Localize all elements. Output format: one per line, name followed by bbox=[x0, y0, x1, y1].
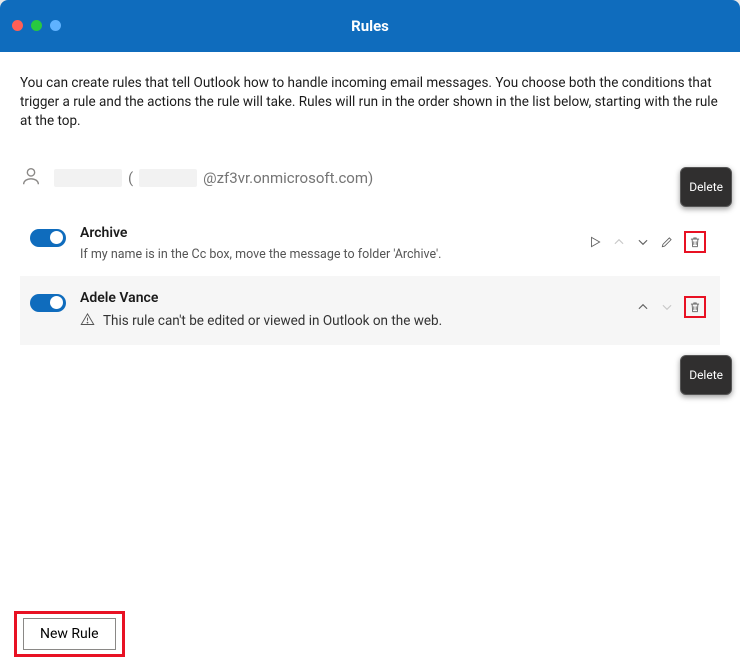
content-area: You can create rules that tell Outlook h… bbox=[0, 52, 740, 345]
rule-body: Adele Vance This rule can't be edited or… bbox=[80, 290, 622, 331]
account-name: ( @zf3vr.onmicrosoft.com) bbox=[54, 169, 373, 187]
delete-highlight bbox=[684, 231, 706, 253]
minimize-window-button[interactable] bbox=[31, 20, 42, 31]
redacted-name bbox=[54, 169, 122, 187]
delete-highlight bbox=[684, 296, 706, 318]
delete-icon[interactable] bbox=[688, 235, 702, 249]
titlebar: Rules bbox=[0, 0, 740, 52]
delete-tooltip: Delete bbox=[680, 167, 732, 207]
rule-actions bbox=[636, 296, 706, 318]
account-row: ( @zf3vr.onmicrosoft.com) bbox=[20, 165, 720, 191]
rule-title: Archive bbox=[80, 225, 574, 241]
warning-icon bbox=[80, 312, 95, 331]
move-down-icon bbox=[660, 300, 674, 314]
new-rule-highlight: New Rule bbox=[14, 611, 125, 657]
run-icon[interactable] bbox=[588, 235, 602, 249]
new-rule-button[interactable]: New Rule bbox=[23, 618, 116, 650]
redacted-email-prefix bbox=[139, 169, 197, 187]
delete-tooltip: Delete bbox=[680, 355, 732, 395]
maximize-window-button[interactable] bbox=[50, 20, 61, 31]
rule-description: If my name is in the Cc box, move the me… bbox=[80, 247, 574, 262]
rule-row: Archive If my name is in the Cc box, mov… bbox=[20, 211, 720, 276]
rule-actions bbox=[588, 231, 706, 253]
person-icon bbox=[20, 165, 42, 191]
edit-icon[interactable] bbox=[660, 235, 674, 249]
move-up-icon[interactable] bbox=[636, 300, 650, 314]
account-email-open: ( bbox=[128, 169, 133, 187]
rule-toggle[interactable] bbox=[30, 229, 66, 247]
move-up-icon bbox=[612, 235, 626, 249]
rule-body: Archive If my name is in the Cc box, mov… bbox=[80, 225, 574, 262]
delete-icon[interactable] bbox=[688, 300, 702, 314]
account-email-suffix: @zf3vr.onmicrosoft.com) bbox=[203, 169, 373, 187]
window-controls bbox=[12, 20, 61, 31]
rules-description: You can create rules that tell Outlook h… bbox=[20, 74, 720, 131]
window-title: Rules bbox=[351, 17, 389, 35]
rules-window: Rules You can create rules that tell Out… bbox=[0, 0, 740, 671]
move-down-icon[interactable] bbox=[636, 235, 650, 249]
rule-row: Adele Vance This rule can't be edited or… bbox=[20, 276, 720, 345]
rule-warning: This rule can't be edited or viewed in O… bbox=[80, 312, 622, 331]
close-window-button[interactable] bbox=[12, 20, 23, 31]
rule-toggle[interactable] bbox=[30, 294, 66, 312]
rule-warning-text: This rule can't be edited or viewed in O… bbox=[103, 313, 442, 329]
rule-title: Adele Vance bbox=[80, 290, 622, 306]
